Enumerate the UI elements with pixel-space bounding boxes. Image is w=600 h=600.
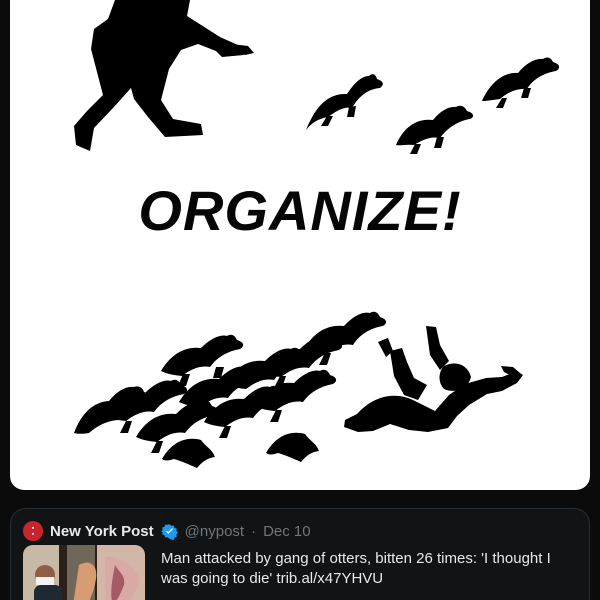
new-york-post-logo-icon[interactable]: ▪ ▪ — [23, 521, 43, 541]
otter-gang-silhouettes — [74, 311, 387, 468]
article-photo — [23, 545, 145, 600]
tweet-date[interactable]: Dec 10 — [263, 523, 311, 540]
tweet-header: ▪ ▪ New York Post @nypost · Dec 10 — [23, 521, 311, 541]
organize-heading: ORGANIZE! — [138, 179, 462, 242]
meme-poster: ORGANIZE! — [10, 0, 590, 490]
silhouette-illustration — [74, 0, 560, 468]
screenshot-frame: ORGANIZE! ▪ ▪ New York Post @nypost · Dec… — [0, 0, 600, 600]
article-headline[interactable]: Man attacked by gang of otters, bitten 2… — [161, 549, 571, 589]
author-handle[interactable]: @nypost — [185, 523, 244, 540]
chasing-man-silhouette — [74, 0, 254, 151]
verified-badge-icon — [160, 523, 178, 540]
quoted-tweet-card[interactable]: ▪ ▪ New York Post @nypost · Dec 10 Man a… — [10, 508, 590, 600]
falling-man-silhouette — [344, 326, 523, 432]
new-york-post-logo-mark: ▪ ▪ — [31, 524, 35, 538]
top-otter-group — [306, 57, 560, 154]
author-name[interactable]: New York Post — [50, 523, 154, 540]
metadata-separator: · — [251, 522, 257, 540]
article-thumbnail[interactable] — [23, 545, 145, 600]
